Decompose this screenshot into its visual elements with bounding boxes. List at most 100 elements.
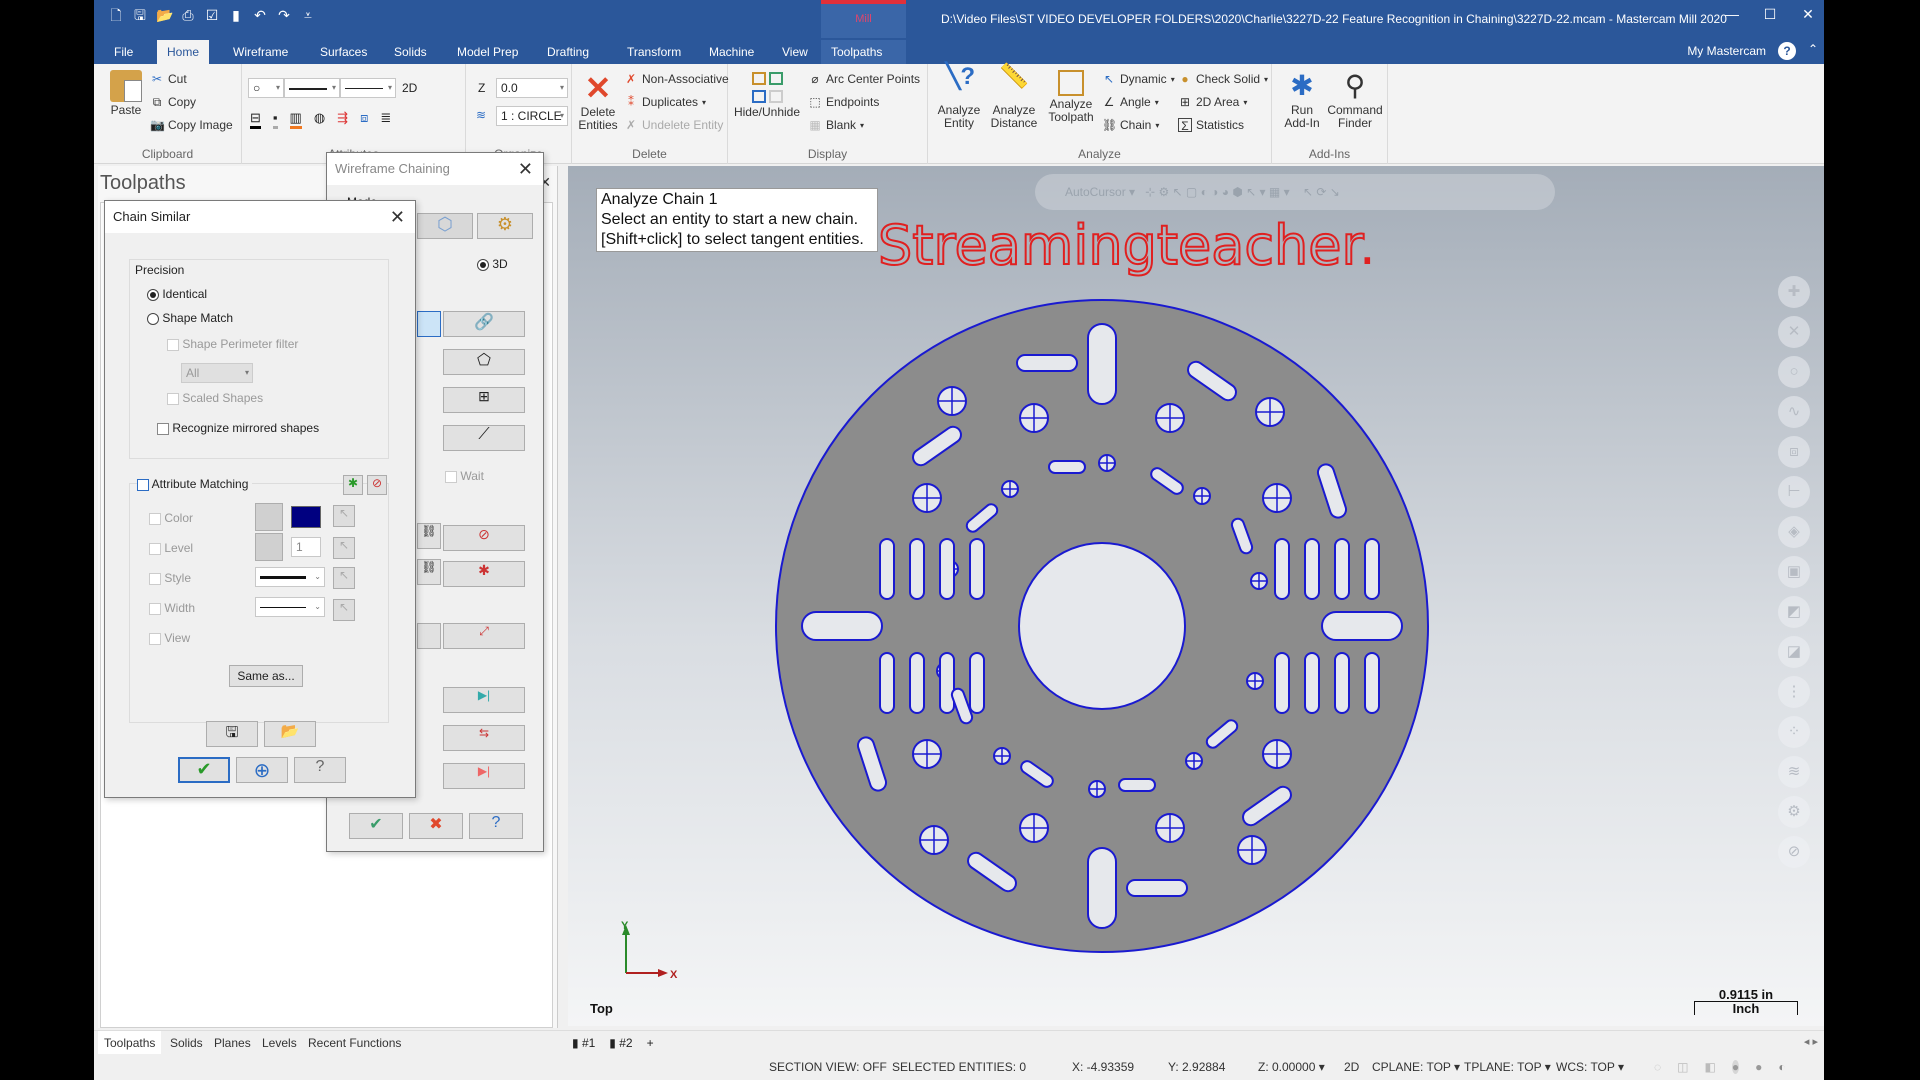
tab-model-prep[interactable]: Model Prep bbox=[447, 40, 528, 64]
tab-wireframe[interactable]: Wireframe bbox=[223, 40, 298, 64]
analyze-distance-button[interactable]: 📏 Analyze Distance bbox=[986, 65, 1042, 130]
recognize-mirrored-checkbox[interactable]: Recognize mirrored shapes bbox=[157, 421, 319, 435]
print-icon[interactable]: ⎙ bbox=[180, 7, 196, 23]
select-color-icon[interactable]: ◩ bbox=[1778, 596, 1810, 628]
help-button[interactable]: ? bbox=[294, 757, 346, 783]
same-as-button[interactable]: Same as... bbox=[229, 665, 303, 687]
width-select-button[interactable]: ↖ bbox=[333, 599, 355, 621]
line-width-select[interactable]: ▾ bbox=[340, 78, 396, 98]
help-button[interactable]: ? bbox=[469, 813, 523, 839]
shaded-edges-icon[interactable]: ● bbox=[1755, 1060, 1762, 1074]
angle-button[interactable]: ∠ Angle ▾ bbox=[1102, 95, 1159, 109]
select-solid-faces-icon[interactable]: ▣ bbox=[1778, 556, 1810, 588]
section-view-status[interactable]: SECTION VIEW: OFF bbox=[769, 1060, 887, 1074]
translucency-icon[interactable]: ◐ bbox=[1778, 1060, 1785, 1074]
line-style-select[interactable]: ▾ bbox=[284, 78, 340, 98]
tab-machine[interactable]: Machine bbox=[699, 40, 764, 64]
merge-icon[interactable]: ▮ bbox=[228, 7, 244, 23]
material-icon[interactable]: ◍ bbox=[314, 110, 325, 129]
scaled-shapes-box[interactable] bbox=[167, 392, 179, 405]
identical-radio-indicator[interactable] bbox=[147, 288, 159, 301]
slot-feature[interactable] bbox=[1048, 460, 1086, 474]
slot-feature[interactable] bbox=[801, 611, 883, 641]
outline-mode-icon[interactable]: ◧ bbox=[1704, 1060, 1715, 1074]
ok-button[interactable]: ✔ bbox=[349, 813, 403, 839]
shape-match-radio-indicator[interactable] bbox=[147, 312, 159, 325]
command-finder-button[interactable]: ⚲ Command Finder bbox=[1326, 70, 1384, 130]
minimize-button[interactable]: — bbox=[1724, 6, 1740, 23]
tab-file[interactable]: File bbox=[104, 40, 143, 64]
select-settings-icon[interactable]: ⚙ bbox=[1778, 796, 1810, 828]
level-checkbox[interactable]: Level bbox=[149, 541, 193, 555]
select-all-icon[interactable]: ✚ bbox=[1778, 276, 1810, 308]
color-swatch[interactable] bbox=[291, 506, 321, 528]
select-arcs-icon[interactable]: ○ bbox=[1778, 356, 1810, 388]
apply-button[interactable]: ⊕ bbox=[236, 757, 288, 783]
wait-checkbox-box[interactable] bbox=[445, 470, 457, 483]
slot-feature[interactable] bbox=[1087, 847, 1117, 929]
wire-color-icon[interactable]: ⊟ bbox=[250, 110, 261, 129]
slot-feature[interactable] bbox=[1126, 879, 1188, 897]
shape-perimeter-checkbox[interactable]: Shape Perimeter filter bbox=[167, 337, 298, 351]
level-select-button[interactable]: ↖ bbox=[333, 537, 355, 559]
tab-surfaces[interactable]: Surfaces bbox=[310, 40, 377, 64]
chain-feature-button[interactable]: ⛓ bbox=[417, 523, 441, 549]
hide-unhide-button[interactable]: Hide/Unhide bbox=[732, 72, 802, 119]
clear-attributes-button[interactable]: ⊘ bbox=[367, 475, 387, 495]
solid-color-icon[interactable]: ▥ bbox=[289, 110, 302, 129]
paste-button[interactable]: Paste bbox=[106, 70, 146, 117]
analyze-entity-button[interactable]: ╲? Analyze Entity bbox=[934, 65, 984, 130]
slot-feature[interactable] bbox=[1016, 354, 1078, 372]
select-surfaces-icon[interactable]: ⧈ bbox=[1778, 436, 1810, 468]
help-icon[interactable]: ? bbox=[1778, 42, 1796, 60]
view-checkbox[interactable]: View bbox=[149, 631, 190, 645]
color-picker-button[interactable] bbox=[255, 503, 283, 531]
delete-entities-button[interactable]: ✕ Delete Entities bbox=[576, 72, 620, 132]
view-checkbox-box[interactable] bbox=[149, 632, 161, 645]
non-associative-button[interactable]: ✗ Non-Associative bbox=[624, 72, 729, 86]
attribute-matching-box[interactable] bbox=[137, 478, 149, 491]
tab-levels-manager[interactable]: Levels bbox=[256, 1031, 303, 1055]
mode-2d-toggle[interactable]: 2D bbox=[402, 81, 417, 95]
viewsheet-tab-2[interactable]: ▮ #2 bbox=[609, 1036, 632, 1050]
slot-feature[interactable] bbox=[1364, 652, 1380, 714]
vector-button[interactable]: ⟋ bbox=[443, 425, 525, 451]
statistics-button[interactable]: Σ Statistics bbox=[1178, 118, 1244, 133]
viewsheet-tab-1[interactable]: ▮ #1 bbox=[572, 1036, 595, 1050]
select-groups-icon[interactable]: ⋮ bbox=[1778, 676, 1810, 708]
level-checkbox-box[interactable] bbox=[149, 542, 161, 555]
point-style-select[interactable]: ○ ▾ bbox=[248, 78, 284, 98]
open-icon[interactable]: 📂 bbox=[156, 7, 173, 23]
slot-feature[interactable] bbox=[1364, 538, 1380, 600]
color-checkbox[interactable]: Color bbox=[149, 511, 193, 525]
slot-feature[interactable] bbox=[1321, 611, 1403, 641]
tab-toolpaths-manager[interactable]: Toolpaths bbox=[98, 1031, 162, 1055]
settings-button[interactable]: ⚙ bbox=[477, 213, 533, 239]
tab-planes-manager[interactable]: Planes bbox=[208, 1031, 257, 1055]
tplane-status[interactable]: TPLANE: TOP ▾ bbox=[1464, 1060, 1551, 1074]
chain-method-button[interactable] bbox=[417, 311, 441, 337]
unselect-button[interactable]: ✱ bbox=[443, 561, 525, 587]
solids-mode-button[interactable]: ⬡ bbox=[417, 213, 473, 239]
slot-feature[interactable] bbox=[1087, 323, 1117, 405]
perimeter-filter-select[interactable]: All ▾ bbox=[181, 363, 253, 383]
blank-button[interactable]: ▦ Blank ▾ bbox=[808, 118, 864, 132]
tab-solids-manager[interactable]: Solids bbox=[164, 1031, 209, 1055]
z-depth-input[interactable]: 0.0 ▾ bbox=[496, 78, 568, 98]
shape-perimeter-box[interactable] bbox=[167, 338, 179, 351]
slot-feature[interactable] bbox=[1304, 652, 1320, 714]
reset-icon[interactable]: ⧈ bbox=[360, 110, 368, 129]
tab-transform[interactable]: Transform bbox=[617, 40, 691, 64]
endpoints-button[interactable]: ⬚ Endpoints bbox=[808, 95, 879, 109]
width-select[interactable]: ⌄ bbox=[255, 597, 325, 617]
style-checkbox-box[interactable] bbox=[149, 572, 161, 585]
add-viewsheet-button[interactable]: + bbox=[647, 1036, 654, 1050]
style-checkbox[interactable]: Style bbox=[149, 571, 191, 585]
run-addin-button[interactable]: ✱ Run Add-In bbox=[1280, 70, 1324, 130]
reverse-button[interactable]: ⇆ bbox=[443, 725, 525, 751]
radio-3d[interactable]: 3D bbox=[477, 257, 508, 271]
load-settings-button[interactable]: 📂 bbox=[264, 721, 316, 747]
color-checkbox-box[interactable] bbox=[149, 512, 161, 525]
cut-button[interactable]: ✂ Cut bbox=[150, 72, 187, 86]
wait-checkbox[interactable]: Wait bbox=[445, 469, 484, 483]
